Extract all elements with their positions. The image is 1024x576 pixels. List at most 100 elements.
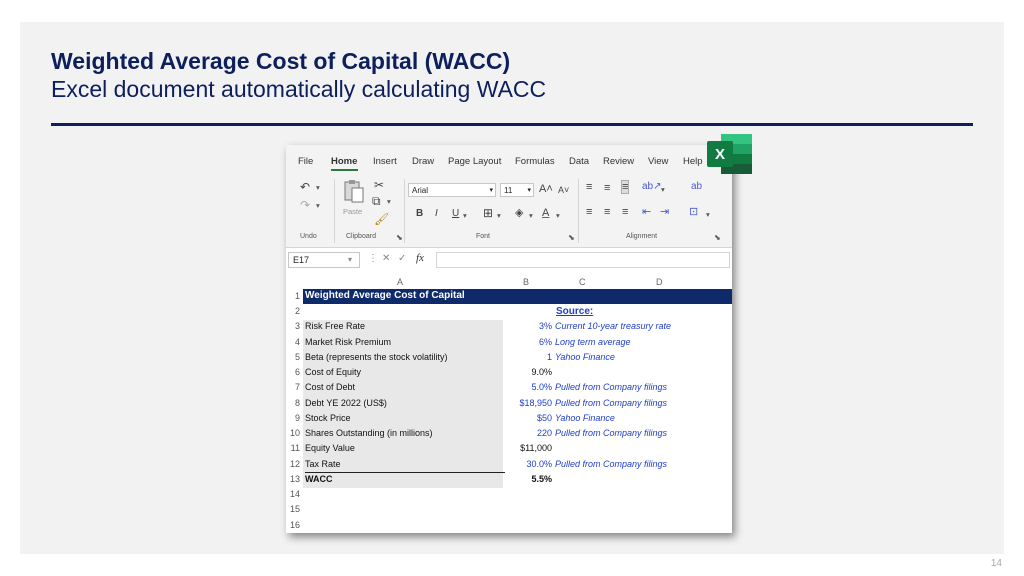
column-header-b[interactable]: B xyxy=(523,277,529,287)
menu-page-layout[interactable]: Page Layout xyxy=(448,156,501,167)
cell-value[interactable]: $50 xyxy=(492,413,552,423)
cell-source[interactable]: Pulled from Company filings xyxy=(555,382,667,392)
align-middle-icon[interactable]: ≡ xyxy=(604,182,610,194)
menu-file[interactable]: File xyxy=(298,156,313,167)
cell-label[interactable]: WACC xyxy=(305,474,333,484)
row-number[interactable]: 4 xyxy=(286,337,300,347)
cell-value[interactable]: 5.5% xyxy=(492,474,552,484)
cell-label[interactable]: Tax Rate xyxy=(305,459,341,469)
increase-font-icon[interactable]: A˄ xyxy=(539,183,553,195)
align-left-icon[interactable]: ≡ xyxy=(586,206,592,218)
font-color-icon[interactable]: A xyxy=(542,207,549,219)
orientation-icon[interactable]: ab↗ xyxy=(642,181,662,193)
row-number[interactable]: 12 xyxy=(286,459,300,469)
row-number[interactable]: 9 xyxy=(286,413,300,423)
cell-label[interactable]: Stock Price xyxy=(305,413,351,423)
menu-review[interactable]: Review xyxy=(603,156,634,167)
row-number[interactable]: 13 xyxy=(286,474,300,484)
borders-icon[interactable]: ⊞ xyxy=(483,207,493,219)
row-number[interactable]: 10 xyxy=(286,428,300,438)
menu-view[interactable]: View xyxy=(648,156,668,167)
row-number[interactable]: 3 xyxy=(286,321,300,331)
cell-value[interactable]: 220 xyxy=(492,428,552,438)
menu-home[interactable]: Home xyxy=(331,156,357,167)
format-painter-icon[interactable]: 🖌 xyxy=(374,213,389,225)
row-number[interactable]: 14 xyxy=(286,489,300,499)
spreadsheet-grid[interactable]: A B C D Weighted Average Cost of Capital… xyxy=(286,275,732,533)
excel-window: File Home Insert Draw Page Layout Formul… xyxy=(286,134,752,533)
italic-icon[interactable]: I xyxy=(435,208,438,220)
row-number[interactable]: 7 xyxy=(286,382,300,392)
cell-value[interactable]: 3% xyxy=(492,321,552,331)
row-number[interactable]: 11 xyxy=(286,443,300,453)
align-center-icon[interactable]: ≡ xyxy=(604,206,610,218)
cell-value[interactable]: 30.0% xyxy=(492,459,552,469)
cell-source[interactable]: Pulled from Company filings xyxy=(555,398,667,408)
underline-icon[interactable]: U xyxy=(452,208,459,220)
row-number[interactable]: 1 xyxy=(286,291,300,301)
copy-icon[interactable]: ⧉ xyxy=(372,195,381,207)
cell-label[interactable]: Cost of Equity xyxy=(305,367,361,377)
font-size-select[interactable]: 11 ▾ xyxy=(500,183,534,197)
paste-icon[interactable] xyxy=(342,179,366,205)
clipboard-launcher-icon[interactable]: ⬊ xyxy=(396,233,403,242)
align-top-icon[interactable]: ≡ xyxy=(586,181,592,193)
alignment-launcher-icon[interactable]: ⬊ xyxy=(714,233,721,242)
cell-label[interactable]: Shares Outstanding (in millions) xyxy=(305,428,433,438)
row-number[interactable]: 8 xyxy=(286,398,300,408)
active-tab-indicator xyxy=(331,169,358,171)
cell-source[interactable]: Pulled from Company filings xyxy=(555,459,667,469)
menu-insert[interactable]: Insert xyxy=(373,156,397,167)
undo-icon[interactable]: ↶ xyxy=(300,181,310,193)
cut-icon[interactable]: ✂ xyxy=(374,179,384,191)
menu-help[interactable]: Help xyxy=(683,156,703,167)
cell-label[interactable]: Risk Free Rate xyxy=(305,321,365,331)
font-name-select[interactable]: Arial ▾ xyxy=(408,183,496,197)
column-header-a[interactable]: A xyxy=(397,277,403,287)
cell-label[interactable]: Beta (represents the stock volatility) xyxy=(305,352,448,362)
cell-value[interactable]: 9.0% xyxy=(492,367,552,377)
cell-label[interactable]: Equity Value xyxy=(305,443,355,453)
merge-center-icon[interactable]: ⊡ xyxy=(689,206,698,218)
decrease-font-icon[interactable]: A˅ xyxy=(558,184,569,196)
cell-source[interactable]: Current 10-year treasury rate xyxy=(555,321,671,331)
cell-source[interactable]: Yahoo Finance xyxy=(555,352,615,362)
cell-label[interactable]: Cost of Debt xyxy=(305,382,355,392)
cell-source[interactable]: Pulled from Company filings xyxy=(555,428,667,438)
decrease-indent-icon[interactable]: ⇤ xyxy=(642,206,651,218)
redo-icon[interactable]: ↷ xyxy=(300,199,310,211)
cell-value[interactable]: 5.0% xyxy=(492,382,552,392)
row-number[interactable]: 5 xyxy=(286,352,300,362)
row-number[interactable]: 15 xyxy=(286,504,300,514)
column-header-d[interactable]: D xyxy=(656,277,663,287)
insert-function-icon[interactable]: fx xyxy=(416,252,424,264)
wrap-text-icon[interactable]: ab xyxy=(691,181,702,193)
enter-icon[interactable]: ✓ xyxy=(398,253,406,264)
bold-icon[interactable]: B xyxy=(416,208,423,220)
cell-value[interactable]: $11,000 xyxy=(492,443,552,453)
menu-formulas[interactable]: Formulas xyxy=(515,156,555,167)
align-right-icon[interactable]: ≡ xyxy=(622,206,628,218)
row-number[interactable]: 2 xyxy=(286,306,300,316)
cancel-icon[interactable]: ✕ xyxy=(382,253,390,264)
font-launcher-icon[interactable]: ⬊ xyxy=(568,233,575,242)
row-number[interactable]: 6 xyxy=(286,367,300,377)
formula-input[interactable] xyxy=(436,252,730,268)
row-number[interactable]: 16 xyxy=(286,520,300,530)
name-box-dropdown-icon[interactable]: ▾ xyxy=(348,255,352,264)
page-number: 14 xyxy=(990,558,1002,569)
menu-data[interactable]: Data xyxy=(569,156,589,167)
cell-value[interactable]: 6% xyxy=(492,337,552,347)
menu-draw[interactable]: Draw xyxy=(412,156,434,167)
increase-indent-icon[interactable]: ⇥ xyxy=(660,206,669,218)
cell-label[interactable]: Market Risk Premium xyxy=(305,337,391,347)
cell-source[interactable]: Yahoo Finance xyxy=(555,413,615,423)
column-header-c[interactable]: C xyxy=(579,277,586,287)
align-bottom-icon[interactable]: ≡ xyxy=(620,180,630,194)
fill-color-icon[interactable]: ◈ xyxy=(515,207,523,219)
cell-value[interactable]: 1 xyxy=(492,352,552,362)
sheet-title: Weighted Average Cost of Capital xyxy=(305,290,465,301)
cell-value[interactable]: $18,950 xyxy=(492,398,552,408)
cell-source[interactable]: Long term average xyxy=(555,337,631,347)
cell-label[interactable]: Debt YE 2022 (US$) xyxy=(305,398,387,408)
